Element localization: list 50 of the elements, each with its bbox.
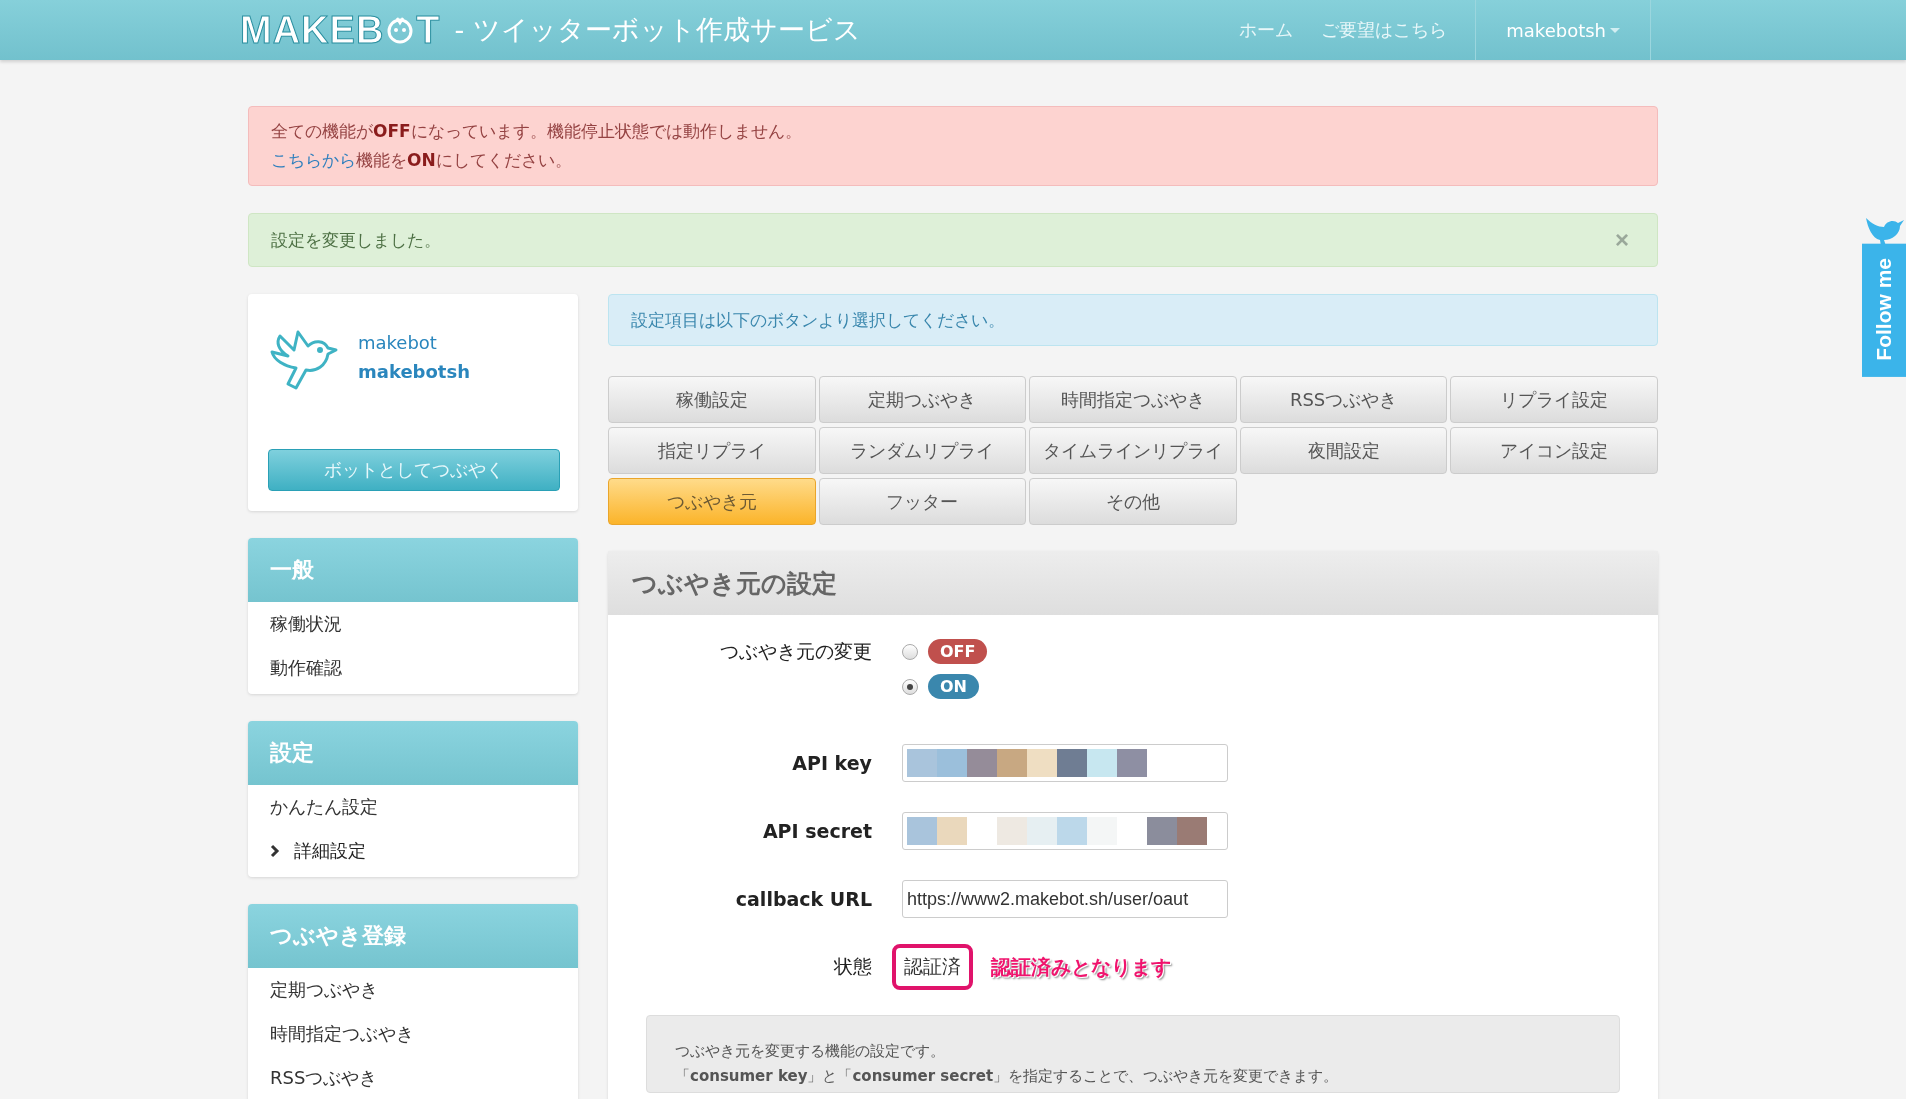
field-label: つぶやき元の変更 bbox=[719, 639, 872, 664]
bot-screen-name[interactable]: makebotsh bbox=[358, 361, 470, 382]
alert-text: 全ての機能がOFFになっています。機能停止状態では動作しません。 bbox=[271, 120, 803, 143]
annotation-text: 認証済みとなります bbox=[991, 953, 1171, 981]
bot-name[interactable]: makebot bbox=[358, 332, 470, 353]
settings-tab[interactable]: ランダムリプライ bbox=[818, 427, 1027, 474]
settings-tab[interactable]: 夜間設定 bbox=[1239, 427, 1448, 474]
menu-heading: 一般 bbox=[248, 538, 578, 602]
settings-tab[interactable]: フッター bbox=[818, 478, 1027, 525]
menu-item[interactable]: 詳細設定 bbox=[248, 829, 578, 873]
panel-title: つぶやき元の設定 bbox=[608, 551, 1658, 615]
caret-icon bbox=[1610, 27, 1620, 33]
settings-tab[interactable]: RSSつぶやき bbox=[1239, 376, 1448, 423]
note-text: つぶやき元を変更する機能の設定です。 bbox=[675, 1042, 946, 1061]
alert-link[interactable]: こちらから bbox=[271, 149, 356, 172]
menu-item[interactable]: 動作確認 bbox=[248, 646, 578, 690]
alert-text: 機能をONにしてください。 bbox=[356, 149, 572, 172]
field-label: API secret bbox=[761, 820, 872, 842]
menu-heading: 設定 bbox=[248, 721, 578, 785]
alert-text: 設定を変更しました。 bbox=[271, 228, 441, 252]
radio-button[interactable] bbox=[902, 678, 918, 695]
input-field[interactable]: https://www2.makebot.sh/user/oaut bbox=[902, 880, 1228, 918]
settings-tab[interactable]: アイコン設定 bbox=[1450, 427, 1658, 474]
menu-item[interactable]: 稼働状況 bbox=[248, 602, 578, 646]
menu-item[interactable]: かんたん設定 bbox=[248, 785, 578, 829]
masked-input-field[interactable] bbox=[902, 812, 1228, 850]
field-label: 状態 bbox=[833, 954, 872, 979]
menu-item[interactable]: 定期つぶやき bbox=[248, 968, 578, 1012]
masked-input-field[interactable] bbox=[902, 744, 1228, 782]
menu-item[interactable]: 時間指定つぶやき bbox=[248, 1012, 578, 1056]
settings-tab[interactable]: 指定リプライ bbox=[608, 427, 816, 474]
settings-tab[interactable]: タイムラインリプライ bbox=[1029, 427, 1237, 474]
status-value: 認証済 bbox=[892, 944, 973, 990]
site-subtitle: - ツイッターボット作成サービス bbox=[454, 13, 861, 47]
settings-tab[interactable]: リプライ設定 bbox=[1450, 376, 1658, 423]
settings-tab[interactable]: 定期つぶやき bbox=[818, 376, 1027, 423]
menu-heading: つぶやき登録 bbox=[248, 904, 578, 968]
note-text: 「consumer key」と「consumer secret」を指定することで、つぶやき元を変更できます。 bbox=[675, 1067, 1340, 1086]
settings-tab[interactable]: つぶやき元 bbox=[608, 478, 816, 525]
field-label: API key bbox=[791, 752, 872, 774]
status-badge: ON bbox=[928, 674, 979, 699]
field-label: callback URL bbox=[734, 888, 872, 910]
menu-item[interactable]: RSSつぶやき bbox=[248, 1056, 578, 1099]
settings-tab[interactable]: その他 bbox=[1029, 478, 1237, 525]
radio-button[interactable] bbox=[902, 643, 918, 660]
info-alert: 設定項目は以下のボタンより選択してください。 bbox=[608, 294, 1658, 346]
status-badge: OFF bbox=[928, 639, 988, 664]
follow-me-text: Follow me bbox=[1862, 244, 1906, 377]
settings-tab[interactable]: 稼働設定 bbox=[608, 376, 816, 423]
settings-tab[interactable]: 時間指定つぶやき bbox=[1029, 376, 1237, 423]
